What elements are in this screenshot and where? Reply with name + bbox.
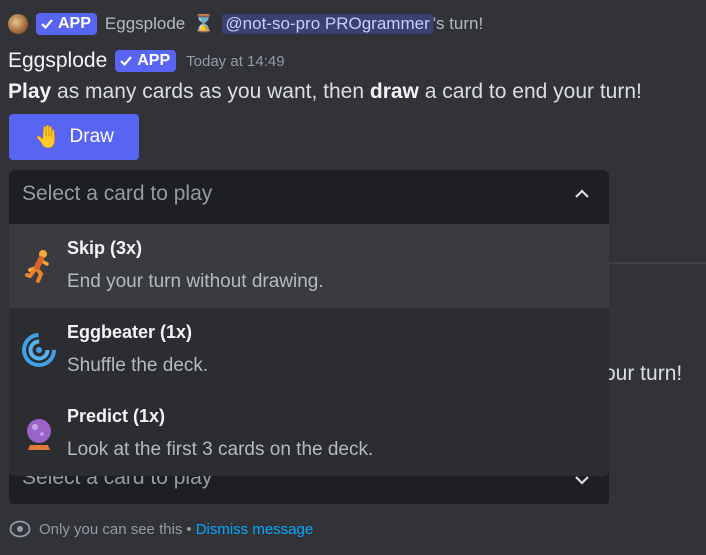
ephemeral-text: Only you can see this bbox=[39, 520, 183, 538]
background-message bbox=[608, 266, 706, 555]
reply-author[interactable]: Eggsplode bbox=[105, 14, 185, 34]
hourglass-icon: ⌛ bbox=[193, 14, 215, 33]
message-content: Play as many cards as you want, then dra… bbox=[8, 80, 642, 104]
select-menu: Skip (3x) End your turn without drawing.… bbox=[9, 224, 609, 476]
option-description: End your turn without drawing. bbox=[67, 271, 324, 292]
checkmark-icon bbox=[41, 19, 53, 30]
chevron-up-icon[interactable] bbox=[572, 186, 592, 202]
app-badge: APP bbox=[36, 13, 97, 35]
eye-icon bbox=[9, 520, 31, 538]
app-badge: APP bbox=[115, 50, 177, 72]
option-predict[interactable]: Predict (1x) Look at the first 3 cards o… bbox=[9, 392, 609, 476]
message-timestamp: Today at 14:49 bbox=[186, 52, 285, 70]
option-title: Eggbeater (1x) bbox=[67, 322, 193, 342]
option-description: Shuffle the deck. bbox=[67, 355, 209, 376]
app-badge-label: APP bbox=[58, 15, 91, 32]
cyclone-icon bbox=[21, 332, 57, 368]
option-skip[interactable]: Skip (3x) End your turn without drawing. bbox=[9, 224, 609, 308]
message-author[interactable]: Eggsplode bbox=[8, 49, 107, 73]
raised-hand-icon: 🤚 bbox=[34, 124, 62, 149]
select-placeholder: Select a card to play bbox=[22, 182, 213, 205]
play-word: Play bbox=[8, 80, 52, 103]
option-title: Skip (3x) bbox=[67, 238, 143, 258]
reply-suffix: 's turn! bbox=[432, 14, 484, 33]
option-eggbeater[interactable]: Eggbeater (1x) Shuffle the deck. bbox=[9, 308, 609, 392]
draw-word: draw bbox=[369, 80, 419, 103]
message-text-end: a card to end your turn! bbox=[418, 80, 642, 103]
separator: • bbox=[186, 520, 192, 538]
app-badge-label: APP bbox=[137, 52, 171, 69]
runner-icon bbox=[21, 248, 57, 284]
reply-avatar[interactable] bbox=[8, 14, 28, 34]
option-description: Look at the first 3 cards on the deck. bbox=[67, 439, 374, 460]
ephemeral-notice: Only you can see this • Dismiss message bbox=[9, 518, 313, 540]
message-header: Eggsplode APP Today at 14:49 bbox=[8, 44, 285, 78]
user-mention[interactable]: @not-so-pro PROgrammer bbox=[222, 14, 433, 34]
draw-button-label: Draw bbox=[69, 126, 114, 147]
checkmark-icon bbox=[120, 56, 133, 67]
dismiss-message-link[interactable]: Dismiss message bbox=[196, 521, 314, 538]
draw-button[interactable]: 🤚 Draw bbox=[9, 114, 139, 160]
background-message-text: our turn! bbox=[604, 362, 683, 385]
crystal-ball-icon bbox=[21, 416, 57, 452]
message-text-mid: as many cards as you want, then bbox=[51, 80, 370, 103]
option-title: Predict (1x) bbox=[67, 406, 166, 426]
message-divider bbox=[608, 262, 706, 264]
reply-preview[interactable]: APP Eggsplode ⌛ @not-so-pro PROgrammer '… bbox=[0, 6, 706, 42]
